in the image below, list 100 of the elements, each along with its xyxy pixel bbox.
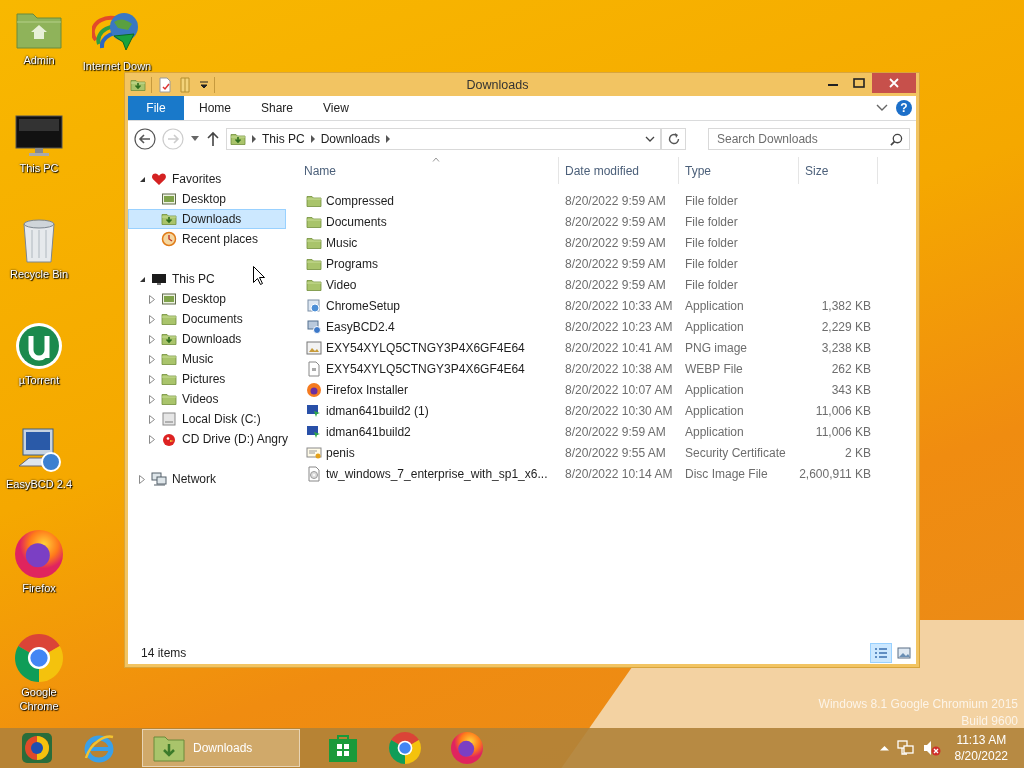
- download-folder-icon: [161, 331, 177, 347]
- column-header[interactable]: Type: [679, 157, 799, 184]
- date-cell-text: 8/20/2022 9:59 AM: [564, 424, 667, 439]
- type-cell-text: Disc Image File: [684, 466, 769, 481]
- location-folder-icon: [230, 131, 246, 147]
- nav-item[interactable]: Network: [128, 469, 286, 489]
- file-menu-button[interactable]: File: [128, 96, 184, 120]
- back-button[interactable]: [134, 128, 156, 150]
- file-name[interactable]: tw_windows_7_enterprise_with_sp1_x6...: [304, 465, 559, 482]
- file-name[interactable]: penis: [304, 444, 559, 461]
- recent-locations-button[interactable]: [190, 136, 200, 142]
- nav-item[interactable]: Recent places: [128, 229, 286, 249]
- date-cell-text: 8/20/2022 9:55 AM: [564, 445, 667, 460]
- nav-item[interactable]: Downloads: [128, 209, 286, 229]
- nav-item[interactable]: Downloads: [128, 329, 286, 349]
- nav-item[interactable]: Pictures: [128, 369, 286, 389]
- drive-icon: [161, 411, 177, 427]
- nav-item[interactable]: Documents: [128, 309, 286, 329]
- up-button[interactable]: [206, 131, 220, 147]
- date-cell-text: 8/20/2022 10:33 AM: [564, 298, 674, 313]
- file-name[interactable]: EXY54XYLQ5CTNGY3P4X6GF4E64: [304, 339, 559, 356]
- ribbon-tab[interactable]: Home: [184, 96, 246, 120]
- ribbon-tab[interactable]: Share: [246, 96, 309, 120]
- date-cell-text: 8/20/2022 9:59 AM: [564, 235, 667, 250]
- item-count: 14 items: [141, 645, 187, 660]
- help-button[interactable]: ?: [896, 100, 912, 116]
- nav-item[interactable]: Music: [128, 349, 286, 369]
- muted-speaker-icon: [922, 740, 941, 756]
- network-icon: [896, 740, 915, 756]
- nav-item[interactable]: Favorites: [128, 169, 286, 189]
- nav-item[interactable]: Videos: [128, 389, 286, 409]
- type-cell-text: File folder: [684, 235, 739, 250]
- customize-toolbar-button[interactable]: [199, 79, 209, 90]
- app-icon: [306, 402, 322, 419]
- up-arrow-icon: [206, 131, 220, 147]
- type-cell-text: File folder: [684, 277, 739, 292]
- column-header[interactable]: Size: [799, 157, 878, 184]
- size-cell-text: 2,229 KB: [820, 319, 872, 334]
- nav-item[interactable]: Desktop: [128, 289, 286, 309]
- size-cell-text: 1,382 KB: [820, 298, 872, 313]
- image-file-icon: [306, 339, 322, 356]
- search-field[interactable]: Search Downloads: [717, 132, 890, 146]
- firefox-icon: [15, 530, 63, 578]
- date-cell-text: 8/20/2022 9:59 AM: [564, 256, 667, 271]
- type-cell-text: Security Certificate: [684, 445, 787, 460]
- page-check-icon: [157, 76, 173, 93]
- size-cell-text: 11,006 KB: [814, 403, 872, 418]
- app-icon: [306, 423, 322, 440]
- nav-item[interactable]: CD Drive (D:) Angry: [128, 429, 286, 449]
- folder-icon: [161, 371, 177, 387]
- search-box[interactable]: Search Downloads: [708, 128, 910, 150]
- breadcrumb-item[interactable]: Downloads: [320, 132, 381, 146]
- file-name[interactable]: EasyBCD2.4: [304, 318, 559, 335]
- ribbon-tab[interactable]: View: [308, 96, 364, 120]
- mouse-pointer-icon: [253, 266, 265, 285]
- column-header[interactable]: Name: [304, 157, 559, 184]
- chevron-down-icon: [645, 136, 655, 142]
- type-cell-text: WEBP File: [684, 361, 744, 376]
- folder-icon: [153, 734, 185, 762]
- date-cell-text: 8/20/2022 10:38 AM: [564, 361, 674, 376]
- firefox-icon: [306, 381, 322, 398]
- file-name[interactable]: idman641build2 (1): [304, 402, 559, 419]
- type-cell-text: PNG image: [684, 340, 749, 355]
- details-view-button[interactable]: [870, 642, 892, 663]
- monitor-icon: [15, 114, 63, 158]
- file-name[interactable]: EXY54XYLQ5CTNGY3P4X6GF4E64: [304, 360, 559, 377]
- expand-ribbon-button[interactable]: [876, 104, 888, 112]
- nav-item[interactable]: This PC: [128, 269, 286, 289]
- refresh-button[interactable]: [662, 128, 686, 150]
- properties-button[interactable]: [157, 76, 173, 93]
- breadcrumb-arrow-icon: [251, 135, 257, 143]
- file-name[interactable]: Music: [304, 234, 559, 251]
- network-tray-button[interactable]: [896, 740, 915, 756]
- show-hidden-icons-button[interactable]: [879, 745, 889, 751]
- file-name[interactable]: Documents: [304, 213, 559, 230]
- file-name[interactable]: Firefox Installer: [304, 381, 559, 398]
- type-cell-text: Application: [684, 382, 745, 397]
- file-name[interactable]: Programs: [304, 255, 559, 272]
- address-bar[interactable]: This PC Downloads: [226, 128, 662, 150]
- column-header[interactable]: Date modified: [559, 157, 679, 184]
- nav-item[interactable]: Local Disk (C:): [128, 409, 286, 429]
- volume-button[interactable]: [922, 740, 941, 756]
- chrome-icon: [15, 634, 63, 682]
- date-cell-text: 8/20/2022 9:59 AM: [564, 214, 667, 229]
- search-icon: [890, 132, 903, 146]
- desktop-folder-icon: [161, 191, 177, 207]
- file-name[interactable]: Compressed: [304, 192, 559, 209]
- type-cell-text: Application: [684, 424, 745, 439]
- nav-item[interactable]: Desktop: [128, 189, 286, 209]
- file-name[interactable]: ChromeSetup: [304, 297, 559, 314]
- breadcrumb-item[interactable]: This PC: [262, 132, 305, 146]
- close-button[interactable]: [872, 73, 916, 93]
- caret-up-icon: [879, 745, 889, 751]
- type-cell-text: File folder: [684, 214, 739, 229]
- refresh-icon: [666, 132, 681, 146]
- file-name[interactable]: idman641build2: [304, 423, 559, 440]
- date-cell-text: 8/20/2022 10:41 AM: [564, 340, 674, 355]
- folder-icon: [161, 391, 177, 407]
- file-name[interactable]: Video: [304, 276, 559, 293]
- watermark-text: Windows 8.1 Google Chromium 2015: [818, 697, 1018, 711]
